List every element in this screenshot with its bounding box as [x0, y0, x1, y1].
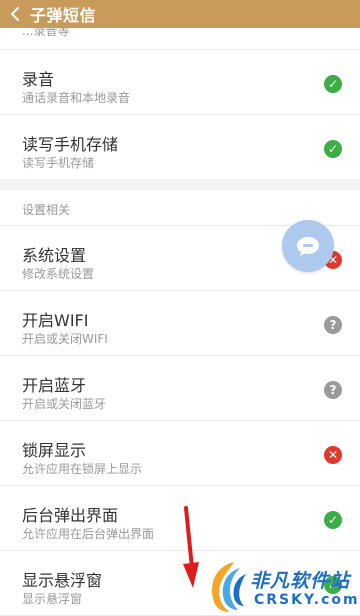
crsky-logo-icon — [212, 562, 246, 612]
permission-row-record-audio[interactable]: 录音 通话录音和本地录音 ✓ — [0, 51, 360, 115]
watermark-name-en: CRSKY.com — [254, 592, 360, 608]
permission-subtitle: 开启或关闭WIFI — [22, 332, 108, 346]
app-header: 子弹短信 — [0, 0, 360, 28]
floating-chat-button[interactable] — [282, 220, 334, 272]
permission-row-lockscreen[interactable]: 锁屏显示 允许应用在锁屏上显示 ✕ — [0, 422, 360, 486]
permission-title: 读写手机存储 — [22, 135, 119, 154]
list-item-subtitle: ...录音等 — [22, 28, 70, 38]
permission-subtitle: 修改系统设置 — [22, 267, 95, 281]
status-glyph: ✓ — [327, 142, 339, 156]
section-divider — [0, 180, 360, 190]
permission-subtitle: 显示悬浮窗 — [22, 592, 83, 606]
permission-title: 后台弹出界面 — [22, 506, 119, 525]
chevron-left-icon — [11, 7, 19, 21]
permission-title: 录音 — [22, 70, 55, 89]
question-icon: ? — [324, 316, 342, 334]
list-item-partial[interactable]: ...录音等 — [0, 28, 360, 50]
check-icon: ✓ — [324, 75, 342, 93]
permission-title: 开启蓝牙 — [22, 376, 87, 395]
page-title: 子弹短信 — [30, 6, 97, 25]
annotation-arrow-icon — [183, 506, 199, 588]
section-title: 设置相关 — [22, 203, 71, 217]
permission-row-bluetooth[interactable]: 开启蓝牙 开启或关闭蓝牙 ? — [0, 357, 360, 421]
status-glyph: ✓ — [327, 513, 339, 527]
back-button[interactable] — [0, 0, 30, 28]
permission-subtitle: 允许应用在锁屏上显示 — [22, 462, 143, 476]
question-icon: ? — [324, 381, 342, 399]
permission-subtitle: 读写手机存储 — [22, 156, 95, 170]
permission-subtitle: 允许应用在后台弹出界面 — [22, 527, 155, 541]
check-icon: ✓ — [324, 140, 342, 158]
chat-bubble-icon — [297, 237, 319, 256]
permission-title: 系统设置 — [22, 246, 87, 265]
close-icon: ✕ — [324, 446, 342, 464]
status-glyph: ? — [329, 318, 337, 332]
status-glyph: ✓ — [327, 77, 339, 91]
permission-title: 开启WIFI — [22, 311, 89, 330]
permission-row-wifi[interactable]: 开启WIFI 开启或关闭WIFI ? — [0, 292, 360, 356]
status-glyph: ✕ — [327, 448, 339, 462]
permission-row-storage[interactable]: 读写手机存储 读写手机存储 ✓ — [0, 116, 360, 180]
watermark: 非凡软件站 CRSKY.com — [204, 556, 360, 616]
status-glyph: ? — [329, 383, 337, 397]
permission-subtitle: 开启或关闭蓝牙 — [22, 397, 107, 411]
permission-title: 锁屏显示 — [22, 441, 87, 460]
check-icon: ✓ — [324, 511, 342, 529]
watermark-name-cn: 非凡软件站 — [250, 570, 351, 592]
permission-subtitle: 通话录音和本地录音 — [22, 91, 131, 105]
permission-title: 显示悬浮窗 — [22, 571, 103, 590]
